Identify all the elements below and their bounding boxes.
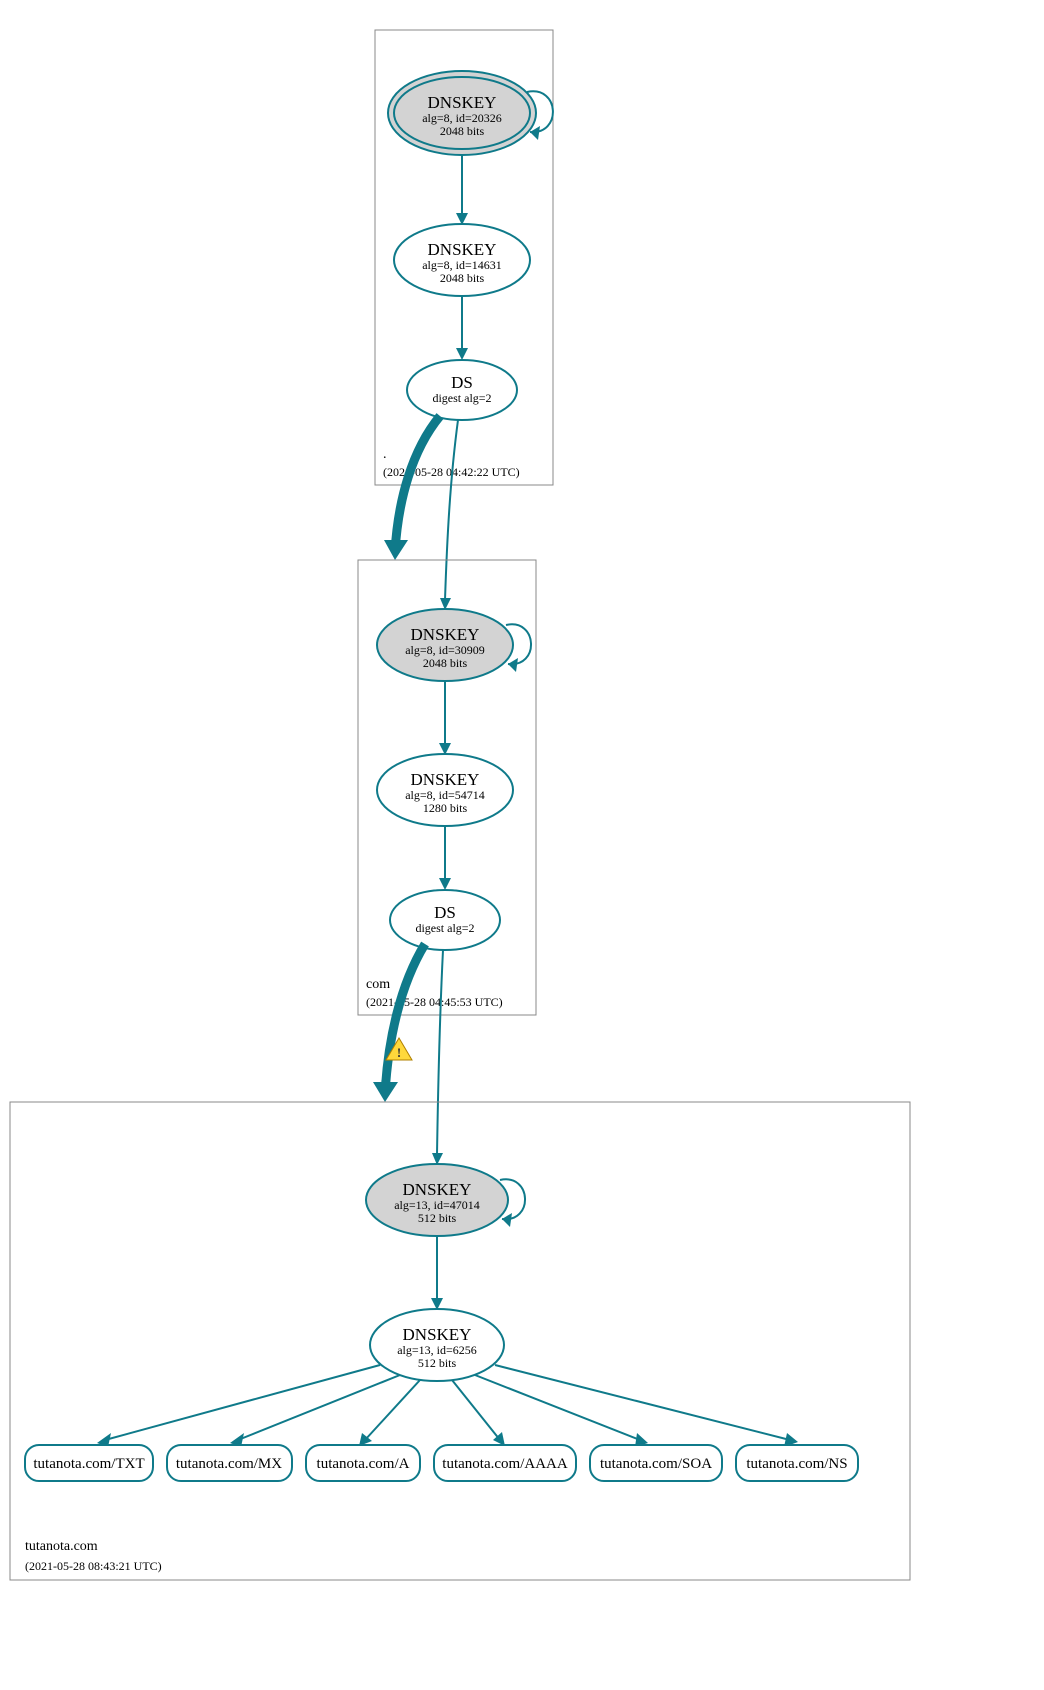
- node-tut-zsk-line3: 512 bits: [418, 1356, 457, 1370]
- node-com-ksk: DNSKEY alg=8, id=30909 2048 bits: [377, 609, 513, 681]
- zone-com-label: com: [366, 977, 390, 992]
- node-com-ds-line2: digest alg=2: [415, 921, 474, 935]
- node-com-ksk-line3: 2048 bits: [423, 656, 468, 670]
- leaf-mx-label: tutanota.com/MX: [176, 1456, 282, 1472]
- arrow-com-zsk-ds: [439, 878, 451, 890]
- edge-zsk-aaaa: [452, 1380, 500, 1440]
- dnssec-graph: . (2021-05-28 04:42:22 UTC) DNSKEY alg=8…: [0, 0, 1044, 1690]
- zone-root-label: .: [383, 447, 387, 462]
- edge-zsk-mx: [238, 1375, 400, 1440]
- edge-rootds-comksk: [445, 420, 458, 600]
- leaf-txt: tutanota.com/TXT: [25, 1445, 153, 1481]
- node-root-zsk: DNSKEY alg=8, id=14631 2048 bits: [394, 224, 530, 296]
- node-com-ds-title: DS: [434, 903, 456, 922]
- node-tut-ksk-line2: alg=13, id=47014: [394, 1198, 480, 1212]
- node-root-ksk-line3: 2048 bits: [440, 124, 485, 138]
- node-tut-zsk-title: DNSKEY: [403, 1325, 472, 1344]
- leaf-ns-label: tutanota.com/NS: [746, 1456, 847, 1472]
- edge-zsk-ns: [495, 1365, 790, 1440]
- node-tut-zsk: DNSKEY alg=13, id=6256 512 bits: [370, 1309, 504, 1381]
- leaf-a-label: tutanota.com/A: [317, 1456, 410, 1472]
- node-root-ksk-title: DNSKEY: [428, 93, 497, 112]
- edge-comds-tutzone: [385, 944, 425, 1094]
- zone-tut-timestamp: (2021-05-28 08:43:21 UTC): [25, 1559, 162, 1573]
- node-tut-zsk-line2: alg=13, id=6256: [397, 1343, 477, 1357]
- arrow-comds-tutzone: [373, 1082, 398, 1102]
- node-tut-ksk-title: DNSKEY: [403, 1180, 472, 1199]
- node-com-zsk: DNSKEY alg=8, id=54714 1280 bits: [377, 754, 513, 826]
- node-root-ksk: DNSKEY alg=8, id=20326 2048 bits: [388, 71, 536, 155]
- leaf-aaaa: tutanota.com/AAAA: [434, 1445, 576, 1481]
- arrow-tut-ksk-selfloop: [502, 1213, 512, 1227]
- edge-zsk-a: [365, 1380, 420, 1440]
- leaf-aaaa-label: tutanota.com/AAAA: [442, 1456, 568, 1472]
- leaf-txt-label: tutanota.com/TXT: [33, 1456, 144, 1472]
- edge-rootds-comzone: [395, 416, 440, 552]
- zone-com-timestamp: (2021-05-28 04:45:53 UTC): [366, 995, 503, 1009]
- node-root-zsk-title: DNSKEY: [428, 240, 497, 259]
- leaf-ns: tutanota.com/NS: [736, 1445, 858, 1481]
- node-com-ksk-title: DNSKEY: [411, 625, 480, 644]
- leaf-a: tutanota.com/A: [306, 1445, 420, 1481]
- node-root-ds-title: DS: [451, 373, 473, 392]
- node-com-ksk-line2: alg=8, id=30909: [405, 643, 485, 657]
- node-root-ds-line2: digest alg=2: [432, 391, 491, 405]
- node-com-zsk-line2: alg=8, id=54714: [405, 788, 485, 802]
- edge-zsk-txt: [105, 1365, 380, 1440]
- node-root-ds: DS digest alg=2: [407, 360, 517, 420]
- node-tut-ksk: DNSKEY alg=13, id=47014 512 bits: [366, 1164, 508, 1236]
- node-com-zsk-line3: 1280 bits: [423, 801, 468, 815]
- arrow-com-ksk-selfloop: [508, 658, 518, 672]
- svg-text:!: !: [397, 1045, 401, 1060]
- leaf-soa: tutanota.com/SOA: [590, 1445, 722, 1481]
- edge-comds-tutksk: [437, 950, 443, 1155]
- leaf-soa-label: tutanota.com/SOA: [600, 1456, 712, 1472]
- leaf-mx: tutanota.com/MX: [167, 1445, 292, 1481]
- node-root-zsk-line3: 2048 bits: [440, 271, 485, 285]
- edge-zsk-soa: [475, 1375, 640, 1440]
- node-com-zsk-title: DNSKEY: [411, 770, 480, 789]
- node-tut-ksk-line3: 512 bits: [418, 1211, 457, 1225]
- arrow-rootds-comzone: [384, 540, 408, 560]
- zone-tut-label: tutanota.com: [25, 1539, 98, 1554]
- node-root-ksk-line2: alg=8, id=20326: [422, 111, 502, 125]
- arrow-root-zsk-ds: [456, 348, 468, 360]
- node-root-zsk-line2: alg=8, id=14631: [422, 258, 502, 272]
- node-com-ds: DS digest alg=2: [390, 890, 500, 950]
